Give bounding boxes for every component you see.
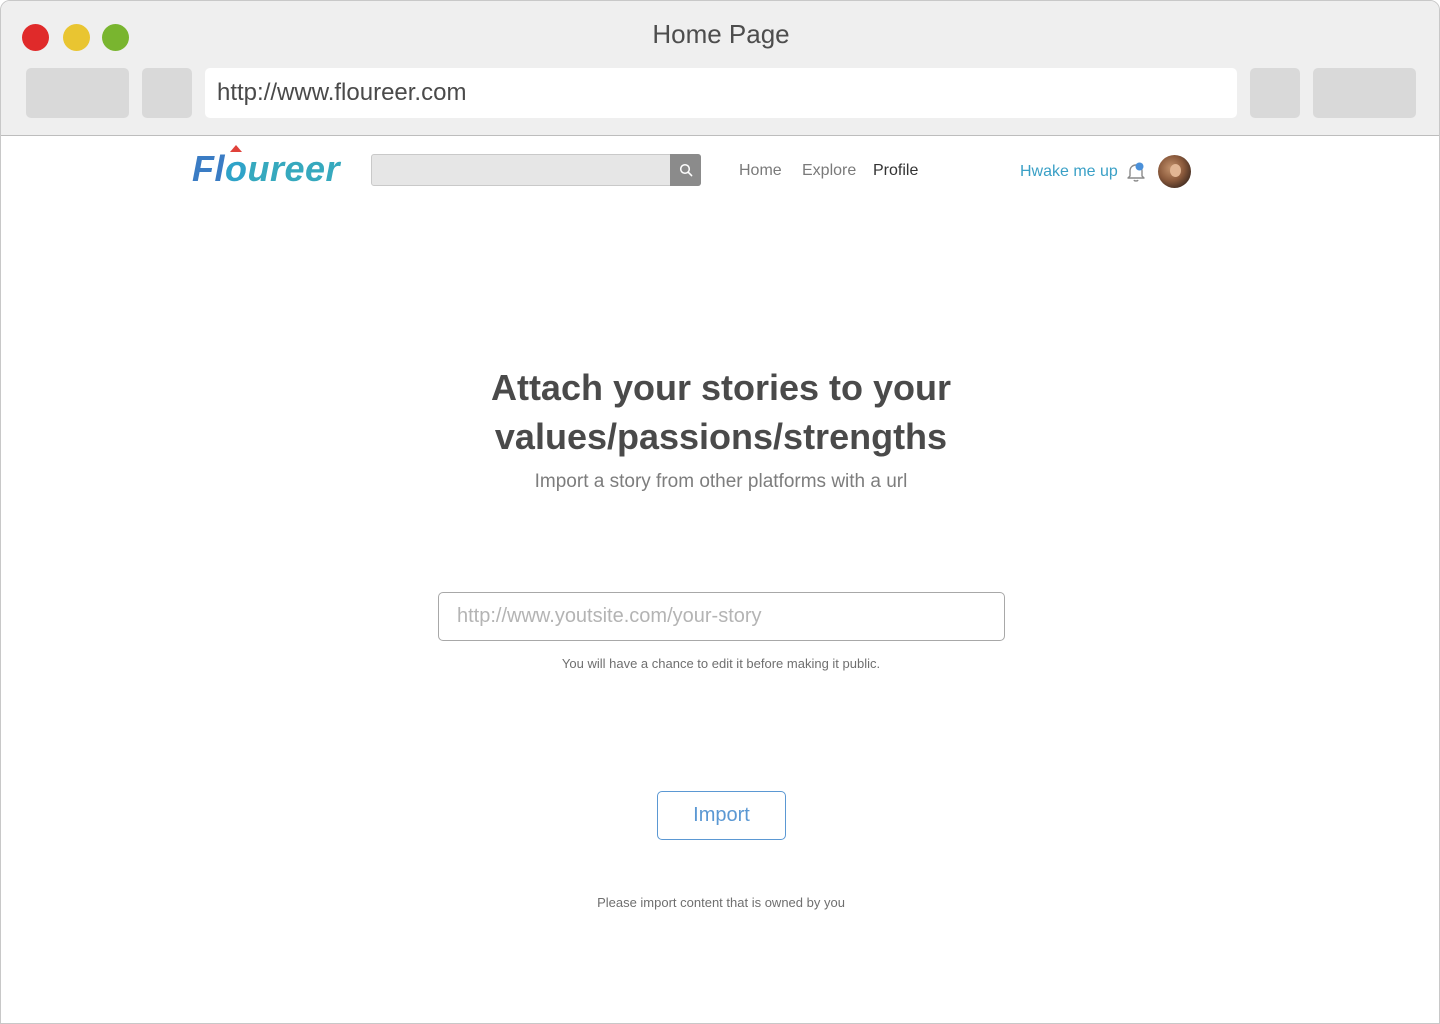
avatar[interactable] xyxy=(1158,155,1191,188)
floureer-logo[interactable]: Fl oureer xyxy=(192,145,341,190)
window-title: Home Page xyxy=(652,19,790,49)
address-bar-url: http://www.floureer.com xyxy=(217,79,467,106)
share-button[interactable] xyxy=(1250,68,1300,118)
page-title-line-2: values/passions/strengths xyxy=(494,416,948,457)
search-icon xyxy=(679,163,692,177)
logo-text-start: Fl xyxy=(192,148,225,189)
edit-helper-text: You will have a chance to edit it before… xyxy=(561,656,881,671)
tabs-button[interactable] xyxy=(1313,68,1416,118)
search-button[interactable] xyxy=(670,154,701,186)
nav-explore[interactable]: Explore xyxy=(802,162,856,180)
import-button[interactable]: Import xyxy=(657,791,786,840)
nav-home[interactable]: Home xyxy=(739,162,782,180)
app-header: Fl oureer Home Explore Profile Hwake me u… xyxy=(1,136,1439,202)
page-subtitle: Import a story from other platforms with… xyxy=(534,471,908,492)
browser-window: Home Page http://www.floureer.com Fl oure… xyxy=(0,0,1440,1024)
page-title: Attach your stories to your values/passi… xyxy=(321,363,1121,461)
logo-text-end: ureer xyxy=(247,148,341,189)
logo-o: o xyxy=(225,145,248,189)
hwake-me-up-link[interactable]: Hwake me up xyxy=(1020,163,1118,181)
logo-hat-icon xyxy=(230,145,243,152)
search-bar[interactable] xyxy=(371,154,701,186)
address-bar[interactable]: http://www.floureer.com xyxy=(205,68,1237,118)
nav-profile[interactable]: Profile xyxy=(873,162,918,180)
reload-button[interactable] xyxy=(142,68,192,118)
logo-text-o: o xyxy=(225,148,248,189)
bell-icon[interactable] xyxy=(1126,161,1146,183)
ownership-note: Please import content that is owned by y… xyxy=(597,895,845,910)
back-forward-button[interactable] xyxy=(26,68,129,118)
story-url-input[interactable] xyxy=(438,592,1005,641)
browser-chrome: Home Page http://www.floureer.com xyxy=(1,1,1439,136)
page-title-line-1: Attach your stories to your xyxy=(490,367,952,408)
